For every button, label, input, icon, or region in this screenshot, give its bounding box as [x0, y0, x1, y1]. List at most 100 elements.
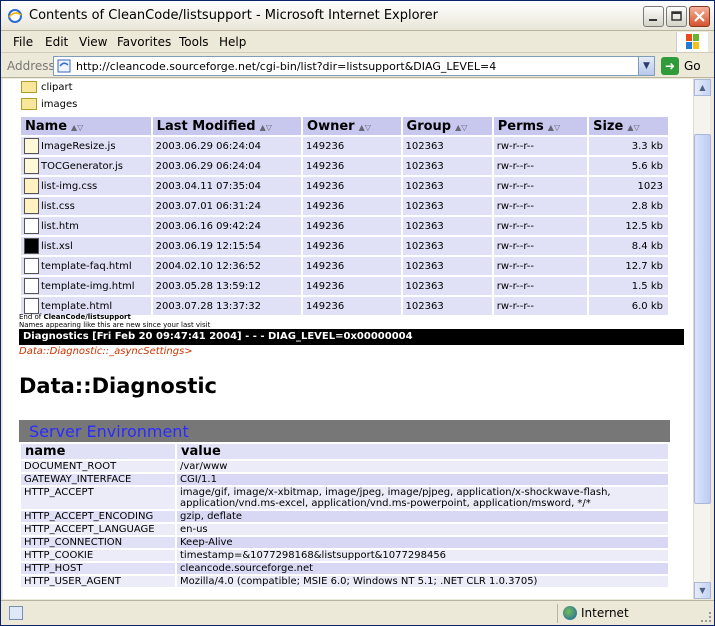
close-button[interactable] [689, 6, 710, 27]
group-cell: 102363 [402, 297, 492, 315]
file-name-link[interactable]: ImageResize.js [41, 141, 116, 152]
column-header-perms[interactable]: Perms ▲▽ [493, 117, 588, 135]
size-cell: 1.5 kb [589, 277, 668, 295]
file-row: template-faq.html 2004.02.10 12:36:52 1492… [21, 257, 668, 275]
css-file-icon [24, 198, 39, 214]
maximize-icon [671, 11, 682, 21]
size-cell: 5.6 kb [589, 157, 668, 175]
directory-row[interactable]: images [21, 98, 77, 110]
column-header-size[interactable]: Size ▲▽ [589, 117, 668, 135]
sort-arrows-icon[interactable]: ▲▽ [627, 123, 639, 132]
title-bar[interactable]: Contents of CleanCode/listsupport - Micr… [1, 1, 714, 31]
modified-cell: 2003.04.11 07:35:04 [152, 177, 302, 195]
directory-row[interactable]: clipart [21, 81, 73, 93]
file-row: template-img.html 2003.05.28 13:59:12 1492… [21, 277, 668, 295]
column-header-owner[interactable]: Owner ▲▽ [303, 117, 401, 135]
column-header-env-name: name [21, 444, 175, 459]
menu-edit[interactable]: Edit [45, 35, 68, 49]
minimize-icon [649, 19, 657, 21]
environment-table-header: name value [21, 444, 668, 459]
file-name-link[interactable]: list-img.css [41, 181, 97, 192]
vertical-scrollbar[interactable]: ▲ ▼ [693, 79, 711, 599]
perms-cell: rw-r--r-- [493, 217, 588, 235]
sort-arrows-icon[interactable]: ▲▽ [71, 123, 83, 132]
owner-cell: 149236 [303, 277, 401, 295]
diagnostics-subtitle: Data::Diagnostic::_asyncSettings> [19, 346, 193, 357]
perms-cell: rw-r--r-- [493, 297, 588, 315]
file-name-link[interactable]: TOCGenerator.js [41, 161, 123, 172]
file-name-link[interactable]: template-faq.html [41, 261, 132, 272]
menu-view[interactable]: View [79, 35, 107, 49]
diagnostics-bar: Diagnostics [Fri Feb 20 09:47:41 2004] -… [19, 329, 684, 345]
sort-arrows-icon[interactable]: ▲▽ [359, 123, 371, 132]
env-value-cell: Mozilla/4.0 (compatible; MSIE 6.0; Windo… [177, 576, 668, 587]
file-name-cell: list.xsl [21, 237, 151, 255]
sort-arrows-icon[interactable]: ▲▽ [260, 123, 272, 132]
perms-cell: rw-r--r-- [493, 177, 588, 195]
file-table: Name ▲▽ Last Modified ▲▽ Owner ▲▽ Group ▲▽ P… [19, 115, 670, 317]
size-cell: 6.0 kb [589, 297, 668, 315]
env-value-cell: CGI/1.1 [177, 474, 668, 485]
chevron-down-icon: ▼ [699, 586, 706, 595]
file-name-link[interactable]: list.css [41, 201, 75, 212]
perms-cell: rw-r--r-- [493, 197, 588, 215]
address-dropdown-button[interactable]: ▼ [638, 57, 654, 75]
owner-cell: 149236 [303, 217, 401, 235]
owner-cell: 149236 [303, 157, 401, 175]
modified-cell: 2003.06.29 06:24:04 [152, 157, 302, 175]
environment-table: name value DOCUMENT_ROOT/var/www GATEWAY_… [19, 442, 670, 589]
env-name-cell: DOCUMENT_ROOT [21, 461, 175, 472]
env-name-cell: HTTP_CONNECTION [21, 537, 175, 548]
file-name-cell: ImageResize.js [21, 137, 151, 155]
column-header-modified[interactable]: Last Modified ▲▽ [152, 117, 302, 135]
group-cell: 102363 [402, 237, 492, 255]
environment-row: HTTP_USER_AGENT Mozilla/4.0 (compatible; … [21, 576, 668, 587]
file-name-link[interactable]: template-img.html [41, 281, 135, 292]
menu-tools[interactable]: Tools [179, 35, 209, 49]
sort-arrows-icon[interactable]: ▲▽ [455, 123, 467, 132]
html-file-icon [24, 278, 39, 294]
directory-name[interactable]: images [41, 99, 77, 110]
menu-help[interactable]: Help [219, 35, 246, 49]
column-header-name[interactable]: Name ▲▽ [21, 117, 151, 135]
env-name-cell: HTTP_ACCEPT_ENCODING [21, 511, 175, 522]
column-header-group[interactable]: Group ▲▽ [402, 117, 492, 135]
file-row: list.xsl 2003.06.19 12:15:54 149236 102363 r… [21, 237, 668, 255]
directory-name[interactable]: clipart [41, 82, 73, 93]
page-icon [57, 59, 71, 73]
file-name-cell: template-faq.html [21, 257, 151, 275]
env-name-cell: HTTP_ACCEPT [21, 487, 175, 509]
size-cell: 3.3 kb [589, 137, 668, 155]
menu-file[interactable]: File [13, 35, 33, 49]
file-name-link[interactable]: list.htm [41, 221, 79, 232]
environment-row: HTTP_ACCEPT_ENCODING gzip, deflate [21, 511, 668, 522]
size-cell: 8.4 kb [589, 237, 668, 255]
server-environment-heading: Server Environment [19, 420, 670, 442]
size-cell: 2.8 kb [589, 197, 668, 215]
scroll-down-button[interactable]: ▼ [694, 582, 711, 599]
env-value-cell: timestamp=&1077298168&listsupport&107729… [177, 550, 668, 561]
file-name-cell: list-img.css [21, 177, 151, 195]
modified-cell: 2003.06.16 09:42:24 [152, 217, 302, 235]
perms-cell: rw-r--r-- [493, 157, 588, 175]
env-name-cell: HTTP_ACCEPT_LANGUAGE [21, 524, 175, 535]
environment-row: HTTP_HOST cleancode.sourceforge.net [21, 563, 668, 574]
html-file-icon [24, 258, 39, 274]
scroll-up-button[interactable]: ▲ [694, 79, 711, 96]
sort-arrows-icon[interactable]: ▲▽ [548, 123, 560, 132]
scrollbar-thumb[interactable] [694, 134, 711, 504]
modified-cell: 2003.07.01 06:31:24 [152, 197, 302, 215]
maximize-button[interactable] [666, 6, 687, 27]
html-file-icon [24, 218, 39, 234]
file-name-link[interactable]: list.xsl [41, 241, 73, 252]
windows-flag-icon [686, 34, 699, 49]
address-input[interactable]: http://cleancode.sourceforge.net/cgi-bin… [53, 56, 655, 76]
menu-favorites[interactable]: Favorites [117, 35, 171, 49]
address-label: Address [7, 59, 55, 73]
new-items-note: Names appearing like this are new since … [19, 321, 211, 329]
status-bar: Internet [1, 600, 714, 625]
minimize-button[interactable] [643, 6, 664, 27]
file-name-link[interactable]: template.html [41, 301, 112, 312]
go-button[interactable]: ➜ Go [659, 56, 709, 76]
resize-grip-icon[interactable] [701, 612, 711, 622]
